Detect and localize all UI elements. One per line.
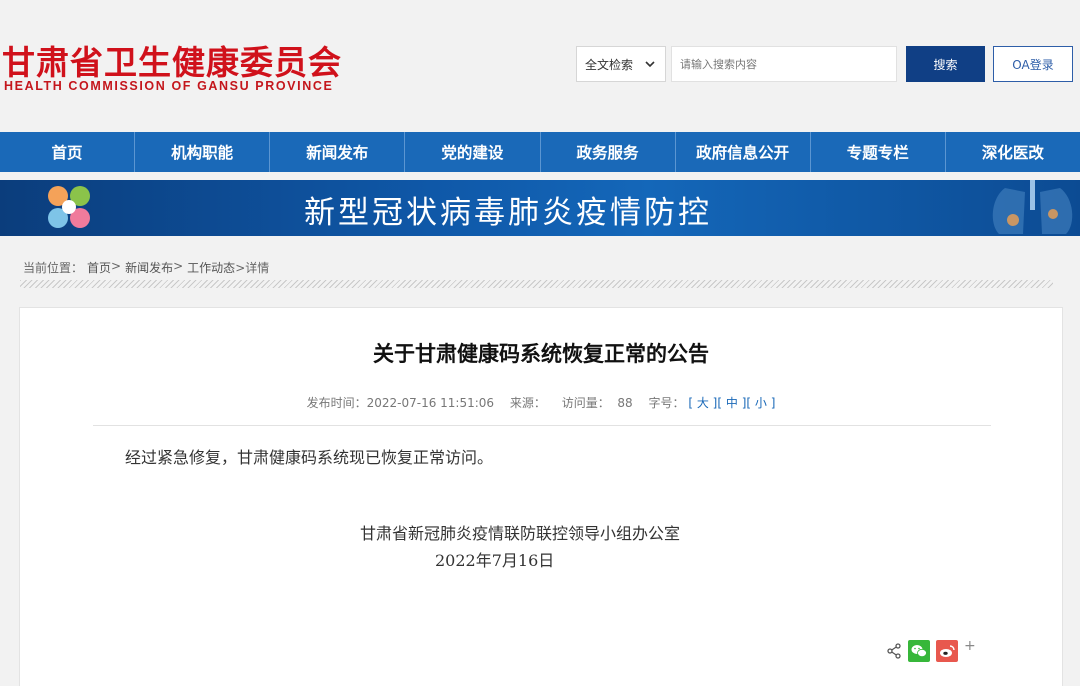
chevron-down-icon: [645, 61, 655, 68]
breadcrumb-detail: >详情: [235, 261, 270, 275]
publish-time-label: 发布时间：: [306, 396, 367, 410]
site-logo-cn[interactable]: 甘肃省卫生健康委员会: [2, 36, 342, 84]
flower-logo-icon: [48, 186, 90, 228]
source-label: 来源：: [509, 396, 546, 410]
search-scope-label: 全文检索: [585, 57, 634, 72]
breadcrumb-work-news[interactable]: 工作动态: [187, 259, 235, 276]
title-divider: [93, 425, 991, 426]
signature-date: 2022年7月16日: [435, 551, 555, 570]
nav-item-reform[interactable]: 深化医改: [946, 132, 1080, 172]
breadcrumb-separator: >: [111, 259, 122, 273]
weibo-glyph-icon: [940, 645, 955, 657]
article-panel: 关于甘肃健康码系统恢复正常的公告 发布时间：2022-07-16 11:51:0…: [19, 307, 1063, 686]
site-header: 甘肃省卫生健康委员会 HEALTH COMMISSION OF GANSU PR…: [0, 0, 1080, 132]
nav-item-topics[interactable]: 专题专栏: [811, 132, 946, 172]
nav-item-organization[interactable]: 机构职能: [135, 132, 271, 172]
nav-item-disclosure[interactable]: 政府信息公开: [676, 132, 811, 172]
share-bar: +: [886, 638, 976, 664]
nav-item-party[interactable]: 党的建设: [405, 132, 541, 172]
font-medium-button[interactable]: 中: [726, 396, 738, 410]
main-nav: 首页 机构职能 新闻发布 党的建设 政务服务 政府信息公开 专题专栏 深化医改: [0, 132, 1080, 172]
hatch-divider: [20, 280, 1053, 288]
banner-title: 新型冠状病毒肺炎疫情防控: [304, 195, 712, 231]
font-large-button[interactable]: 大: [697, 396, 709, 410]
font-small-button[interactable]: 小: [755, 396, 767, 410]
share-icon[interactable]: [886, 643, 902, 659]
breadcrumb-prefix: 当前位置：: [23, 261, 84, 275]
nav-item-home[interactable]: 首页: [0, 132, 136, 172]
nav-item-services[interactable]: 政务服务: [541, 132, 676, 172]
breadcrumb-separator: >: [173, 259, 184, 273]
oa-login-button[interactable]: OA登录: [993, 46, 1073, 82]
weibo-icon[interactable]: [936, 640, 958, 662]
wechat-glyph-icon: [911, 645, 927, 658]
article-meta: 发布时间：2022-07-16 11:51:06 来源： 访问量： 88 字号：…: [306, 396, 776, 410]
search-button[interactable]: 搜索: [906, 46, 985, 82]
publish-time-value: 2022-07-16 11:51:06: [366, 396, 495, 410]
lungs-icon: [992, 180, 1073, 234]
covid-banner[interactable]: 新型冠状病毒肺炎疫情防控: [0, 180, 1080, 236]
views-value: 88: [617, 396, 633, 410]
search-input[interactable]: [671, 46, 897, 82]
breadcrumb-news[interactable]: 新闻发布: [125, 259, 173, 276]
views-label: 访问量：: [561, 396, 610, 410]
more-share-icon[interactable]: +: [964, 638, 976, 654]
article-body: 经过紧急修复，甘肃健康码系统现已恢复正常访问。: [125, 448, 494, 467]
site-logo-en[interactable]: HEALTH COMMISSION OF GANSU PROVINCE: [4, 79, 333, 93]
signature-org: 甘肃省新冠肺炎疫情联防联控领导小组办公室: [359, 524, 680, 543]
font-size-label: 字号：: [648, 396, 685, 410]
wechat-icon[interactable]: [908, 640, 930, 662]
article-title: 关于甘肃健康码系统恢复正常的公告: [373, 342, 709, 366]
nav-item-news[interactable]: 新闻发布: [270, 132, 406, 172]
breadcrumb-home[interactable]: 首页: [87, 259, 111, 276]
breadcrumb: 当前位置： 首页 > 新闻发布 > 工作动态 >详情: [23, 259, 273, 276]
search-scope-dropdown[interactable]: 全文检索: [576, 46, 666, 82]
